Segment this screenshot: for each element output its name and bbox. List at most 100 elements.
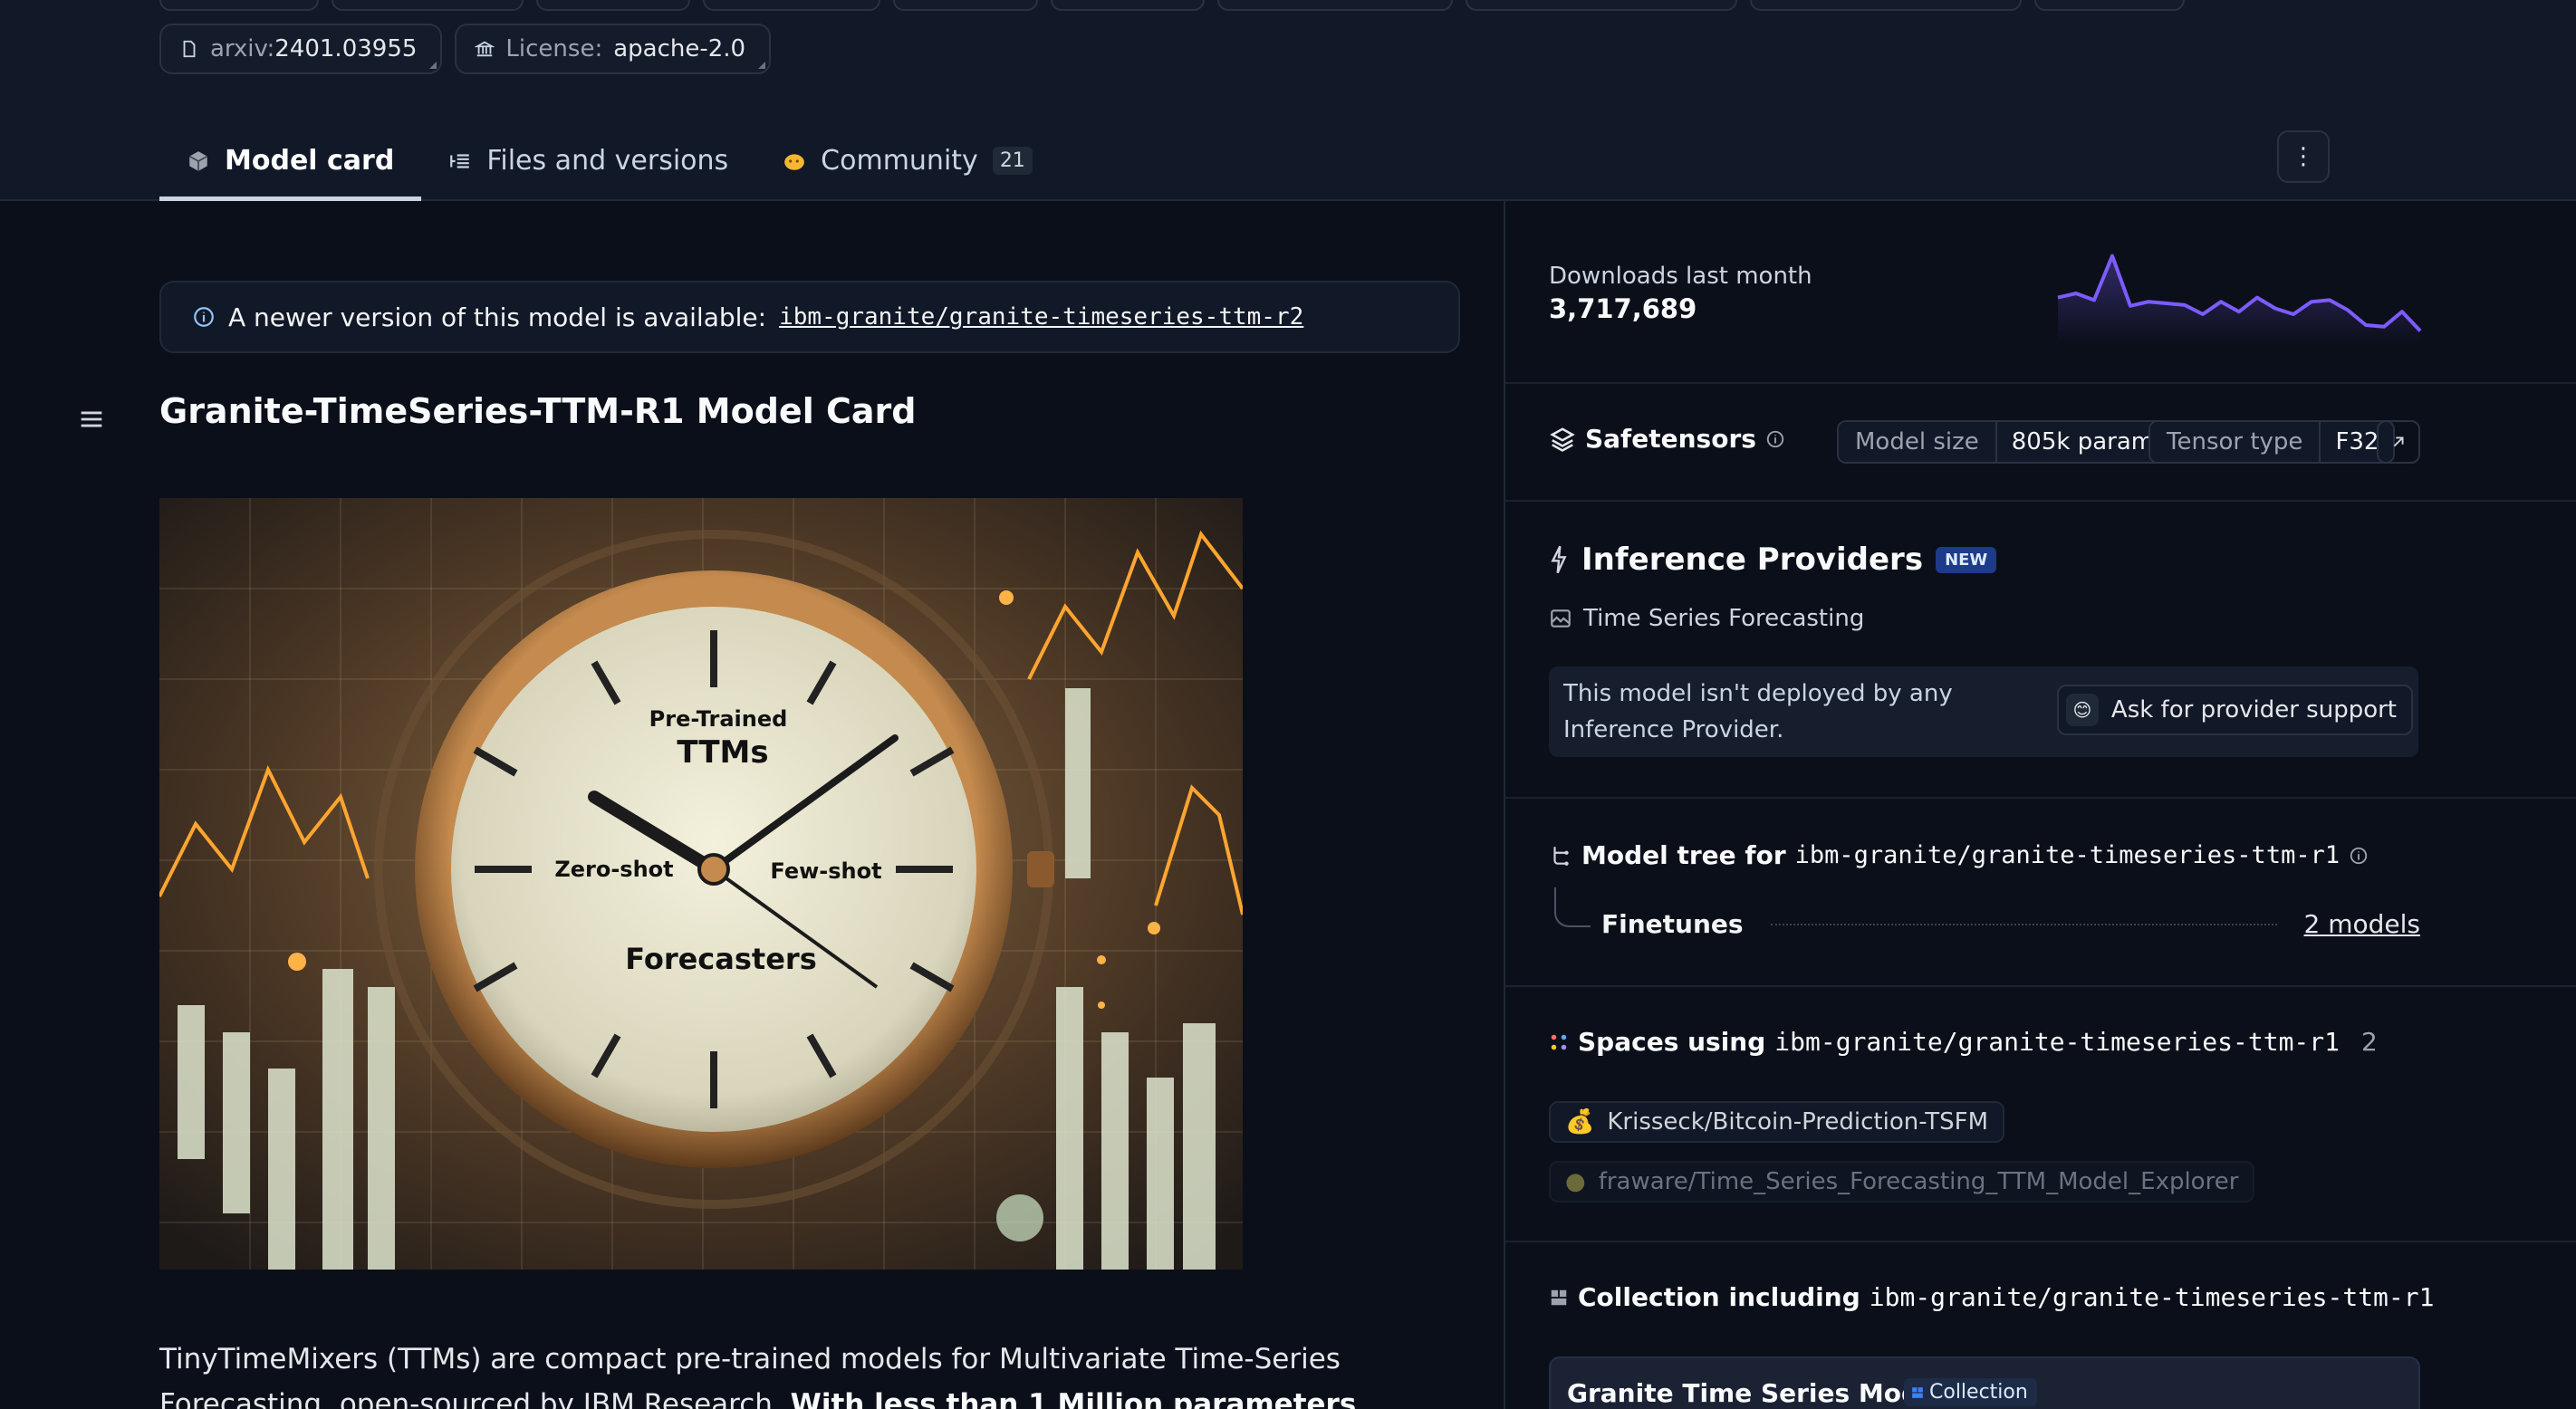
description-line-2: Forecasting, open-sourced by IBM Researc… [159,1382,1446,1409]
task-label: Time Series Forecasting [1583,605,1865,632]
not-deployed-message: This model isn't deployed by any Inferen… [1563,680,1953,743]
downloads-sparkline [2057,254,2422,344]
pill-key: Model size [1839,422,1997,462]
tab-label: Files and versions [486,145,729,177]
tag-clipped[interactable] [536,0,690,11]
finetunes-link[interactable]: 2 models [2304,909,2421,939]
space-name: fraware/Time_Series_Forecasting_TTM_Mode… [1598,1168,2239,1195]
space-item[interactable]: 💰 Krisseck/Bitcoin-Prediction-TSFM [1549,1101,2005,1143]
collection-title: Granite Time Series Models [1567,1378,1961,1408]
finetunes-label: Finetunes [1601,909,1744,939]
ask-label: Ask for provider support [2110,696,2397,724]
tag-key: License: [505,35,603,62]
dotted-leader [1770,923,2277,925]
tag-clipped[interactable] [703,0,880,11]
tag-clipped[interactable] [1217,0,1453,11]
model-tree-section [1505,799,2576,987]
collection-card[interactable]: Granite Time Series Models Collection [1549,1356,2420,1409]
newer-version-link[interactable]: ibm-granite/granite-timeseries-ttm-r2 [779,303,1303,331]
layers-icon [1550,427,1575,452]
sparkline-area [2058,255,2420,344]
collection-label: Collection including [1578,1282,1860,1312]
tag-value: apache-2.0 [613,35,746,62]
info-icon[interactable] [1765,429,1785,449]
model-tree-repo: ibm-granite/granite-timeseries-ttm-r1 [1794,841,2341,869]
collection-badge-label: Collection [1929,1381,2028,1404]
tag-clipped[interactable] [893,0,1038,11]
page-title: Granite-TimeSeries-TTM-R1 Model Card [159,391,917,431]
spaces-count: 2 [2361,1027,2378,1057]
model-hero-image: Pre-Trained TTMs Zero-shot Few-shot Fore… [159,498,1243,1270]
model-tree-header: Model tree for ibm-granite/granite-times… [1549,840,2369,870]
arxiv-tag[interactable]: arxiv:2401.03955 [159,24,443,74]
image-icon [1551,609,1571,628]
open-external-button[interactable] [2377,420,2420,464]
info-icon[interactable] [2349,846,2369,866]
dot-icon: ● [1565,1168,1586,1195]
hero-text: Forecasters [625,942,816,976]
tab-model-card[interactable]: Model card [159,125,422,201]
inference-providers-header: Inference Providers NEW [1549,542,1997,578]
safetensors-label: Safetensors [1585,424,1756,454]
inference-providers-title: Inference Providers [1581,542,1924,578]
space-item[interactable]: ● fraware/Time_Series_Forecasting_TTM_Mo… [1549,1161,2255,1203]
ttm-clock-illustration: Pre-Trained TTMs Zero-shot Few-shot Fore… [159,498,1243,1270]
downloads-label: Downloads last month [1549,263,1812,290]
safetensors-header: Safetensors [1549,424,1785,454]
newer-version-notice: A newer version of this model is availab… [159,281,1460,353]
spaces-label: Spaces using [1578,1027,1766,1057]
tag-clipped[interactable] [159,0,319,11]
tag-value: 2401.03955 [274,35,418,62]
task-tag[interactable]: Time Series Forecasting [1549,605,1864,632]
tag-key: arxiv: [210,35,275,62]
tag-corner [429,62,437,69]
tree-connector [1554,887,1591,927]
tag-row: arxiv:2401.03955 License: apache-2.0 [159,24,772,74]
tag-row-clipped [159,0,2185,11]
community-count: 21 [992,147,1033,175]
model-description: TinyTimeMixers (TTMs) are compact pre-tr… [159,1337,1446,1409]
collection-repo: ibm-granite/granite-timeseries-ttm-r1 [1869,1282,2435,1312]
hugging-face-icon: 😊 [2065,694,2099,726]
ask-provider-support-button[interactable]: 😊 Ask for provider support [2056,685,2413,735]
hero-text: TTMs [677,734,768,771]
tag-clipped[interactable] [1750,0,2022,11]
tab-files-and-versions[interactable]: Files and versions [421,125,755,201]
spaces-header: Spaces using ibm-granite/granite-timeser… [1549,1027,2378,1057]
arrow-up-right-icon [2393,436,2404,447]
money-bag-icon: 💰 [1565,1108,1595,1136]
bank-icon [475,41,495,57]
hero-text: Pre-Trained [649,706,788,732]
collection-badge-icon [1912,1386,1923,1398]
tab-community[interactable]: Community 21 [755,125,1060,201]
collection-icon [1551,1289,1567,1305]
document-icon [183,40,196,58]
model-header: arxiv:2401.03955 License: apache-2.0 Mod… [0,0,2576,201]
hero-text: Few-shot [770,858,881,884]
license-tag[interactable]: License: apache-2.0 [455,24,772,74]
more-options-button[interactable]: ⋮ [2277,130,2330,183]
tag-clipped[interactable] [1466,0,1737,11]
table-of-contents-icon[interactable] [76,404,107,435]
files-icon [450,153,470,168]
tag-clipped[interactable] [1051,0,1205,11]
lightning-icon [1551,545,1567,574]
info-icon [194,307,214,327]
space-name: Krisseck/Bitcoin-Prediction-TSFM [1607,1108,1989,1136]
tag-clipped[interactable] [332,0,524,11]
not-deployed-box: This model isn't deployed by any Inferen… [1549,666,2418,757]
tab-label: Model card [225,145,395,177]
notice-text: A newer version of this model is availab… [228,302,767,332]
new-badge: NEW [1936,546,1997,573]
repo-tabs: Model card Files and versions Community … [159,125,1060,201]
description-text: Forecasting, open-sourced by IBM Researc… [159,1388,782,1409]
tab-label: Community [821,145,978,177]
collection-header: Collection including ibm-granite/granite… [1549,1282,2434,1312]
community-icon [784,153,805,170]
model-size-pill: Model size 805k params [1837,420,2183,464]
tensor-type-pill: Tensor type F32 [2148,420,2396,464]
model-tree-label: Model tree for [1581,840,1786,870]
spaces-repo: ibm-granite/granite-timeseries-ttm-r1 [1774,1027,2341,1057]
tag-clipped[interactable] [2034,0,2185,11]
collection-badge: Collection [1904,1378,2037,1406]
